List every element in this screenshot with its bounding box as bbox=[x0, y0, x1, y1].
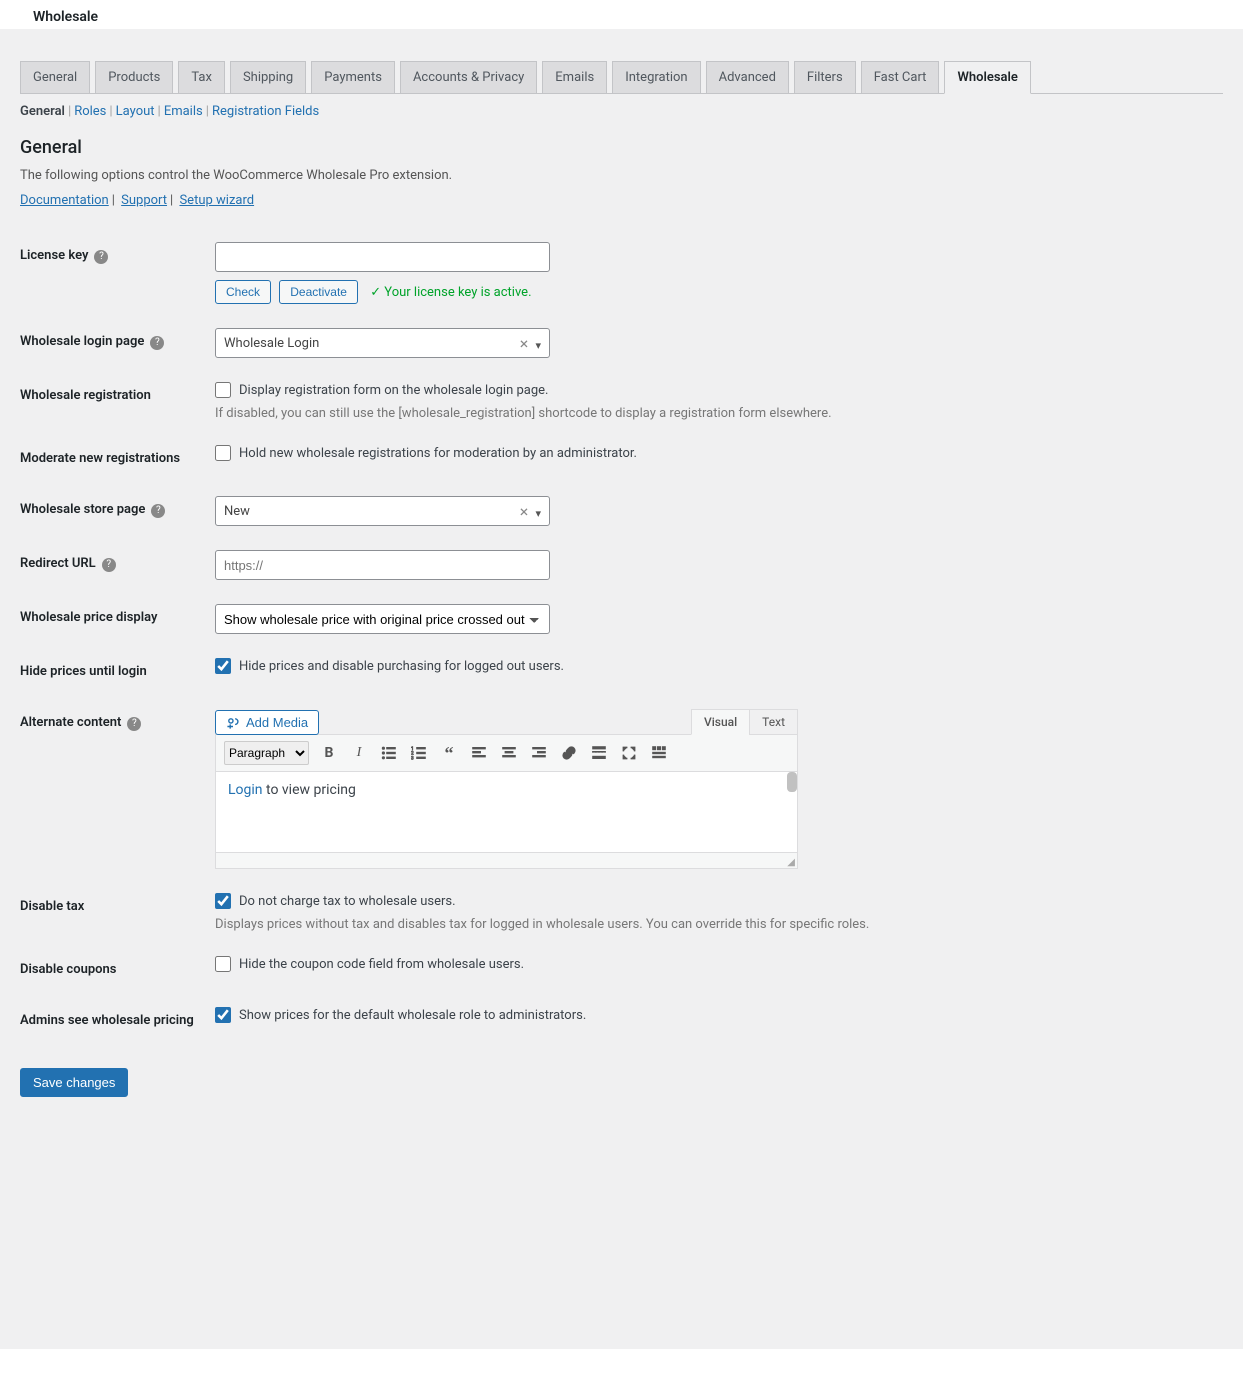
tab-tax[interactable]: Tax bbox=[178, 61, 225, 93]
link-icon[interactable] bbox=[559, 743, 579, 763]
scrollbar[interactable] bbox=[787, 772, 797, 792]
login-link[interactable]: Login bbox=[228, 782, 263, 798]
save-changes-button[interactable]: Save changes bbox=[20, 1068, 128, 1097]
bullet-list-icon[interactable] bbox=[379, 743, 399, 763]
help-icon[interactable]: ? bbox=[94, 250, 108, 264]
svg-text:3: 3 bbox=[411, 755, 414, 761]
hide-prices-checkbox-label: Hide prices and disable purchasing for l… bbox=[239, 659, 564, 674]
help-icon[interactable]: ? bbox=[151, 504, 165, 518]
tab-fast-cart[interactable]: Fast Cart bbox=[861, 61, 940, 93]
toolbar-toggle-icon[interactable] bbox=[649, 743, 669, 763]
tab-advanced[interactable]: Advanced bbox=[706, 61, 789, 93]
text-tab[interactable]: Text bbox=[749, 709, 798, 735]
subtab-registration-fields[interactable]: Registration Fields bbox=[212, 104, 319, 119]
help-icon[interactable]: ? bbox=[150, 336, 164, 350]
visual-tab[interactable]: Visual bbox=[691, 709, 750, 735]
tab-filters[interactable]: Filters bbox=[794, 61, 856, 93]
sub-tabs: General|Roles|Layout|Emails|Registration… bbox=[20, 104, 1223, 119]
moderate-checkbox[interactable] bbox=[215, 445, 231, 461]
tab-products[interactable]: Products bbox=[95, 61, 173, 93]
editor-statusbar: ◢ bbox=[216, 852, 797, 868]
price-display-select[interactable]: Show wholesale price with original price… bbox=[215, 604, 550, 634]
italic-icon[interactable]: I bbox=[349, 743, 369, 763]
store-page-select[interactable]: New × ▾ bbox=[215, 496, 550, 526]
license-key-input[interactable] bbox=[215, 242, 550, 272]
media-icon bbox=[226, 716, 240, 730]
main-tabs: GeneralProductsTaxShippingPaymentsAccoun… bbox=[20, 61, 1223, 93]
clear-icon[interactable]: × bbox=[520, 334, 529, 353]
disable-coupons-checkbox[interactable] bbox=[215, 956, 231, 972]
align-left-icon[interactable] bbox=[469, 743, 489, 763]
wysiwyg-editor: Paragraph B I 123 “ bbox=[215, 734, 798, 869]
resize-grip-icon[interactable]: ◢ bbox=[787, 859, 795, 867]
registration-checkbox[interactable] bbox=[215, 382, 231, 398]
hide-prices-checkbox[interactable] bbox=[215, 658, 231, 674]
disable-tax-checkbox[interactable] bbox=[215, 893, 231, 909]
disable-coupons-checkbox-label: Hide the coupon code field from wholesal… bbox=[239, 957, 524, 972]
support-link[interactable]: Support bbox=[121, 193, 167, 208]
store-page-label: Wholesale store page bbox=[20, 502, 145, 517]
disable-tax-checkbox-label: Do not charge tax to wholesale users. bbox=[239, 894, 456, 909]
license-key-label: License key bbox=[20, 248, 88, 263]
admin-pricing-checkbox[interactable] bbox=[215, 1007, 231, 1023]
section-desc: The following options control the WooCom… bbox=[20, 168, 1223, 183]
add-media-button[interactable]: Add Media bbox=[215, 710, 319, 735]
doc-links: Documentation| Support| Setup wizard bbox=[20, 193, 1223, 208]
documentation-link[interactable]: Documentation bbox=[20, 193, 109, 208]
tab-payments[interactable]: Payments bbox=[311, 61, 395, 93]
clear-icon[interactable]: × bbox=[520, 502, 529, 521]
page-title: Wholesale bbox=[0, 0, 1243, 29]
tab-emails[interactable]: Emails bbox=[542, 61, 607, 93]
disable-tax-label: Disable tax bbox=[20, 899, 84, 914]
fullscreen-icon[interactable] bbox=[619, 743, 639, 763]
align-right-icon[interactable] bbox=[529, 743, 549, 763]
deactivate-button[interactable]: Deactivate bbox=[279, 280, 358, 304]
hide-prices-label: Hide prices until login bbox=[20, 664, 147, 679]
disable-tax-help: Displays prices without tax and disables… bbox=[215, 917, 1213, 932]
editor-text: to view pricing bbox=[263, 782, 356, 798]
tab-general[interactable]: General bbox=[20, 61, 90, 93]
registration-checkbox-label: Display registration form on the wholesa… bbox=[239, 383, 548, 398]
subtab-emails[interactable]: Emails bbox=[164, 104, 203, 119]
section-heading: General bbox=[20, 137, 1223, 158]
admin-pricing-label: Admins see wholesale pricing bbox=[20, 1013, 194, 1028]
subtab-layout[interactable]: Layout bbox=[116, 104, 155, 119]
alt-content-label: Alternate content bbox=[20, 715, 121, 730]
help-icon[interactable]: ? bbox=[102, 558, 116, 572]
tab-accounts-privacy[interactable]: Accounts & Privacy bbox=[400, 61, 537, 93]
moderate-label: Moderate new registrations bbox=[20, 451, 180, 466]
tab-integration[interactable]: Integration bbox=[612, 61, 700, 93]
bold-icon[interactable]: B bbox=[319, 743, 339, 763]
setup-wizard-link[interactable]: Setup wizard bbox=[179, 193, 254, 208]
subtab-general[interactable]: General bbox=[20, 104, 65, 119]
redirect-label: Redirect URL bbox=[20, 556, 96, 571]
help-icon[interactable]: ? bbox=[127, 717, 141, 731]
subtab-roles[interactable]: Roles bbox=[74, 104, 106, 119]
align-center-icon[interactable] bbox=[499, 743, 519, 763]
chevron-down-icon: ▾ bbox=[535, 339, 541, 352]
check-button[interactable]: Check bbox=[215, 280, 271, 304]
registration-label: Wholesale registration bbox=[20, 388, 151, 403]
login-page-select[interactable]: Wholesale Login × ▾ bbox=[215, 328, 550, 358]
moderate-checkbox-label: Hold new wholesale registrations for mod… bbox=[239, 446, 637, 461]
chevron-down-icon: ▾ bbox=[535, 507, 541, 520]
tab-wholesale[interactable]: Wholesale bbox=[944, 61, 1030, 94]
price-display-label: Wholesale price display bbox=[20, 610, 157, 625]
license-status: ✓ Your license key is active. bbox=[370, 285, 531, 300]
admin-pricing-checkbox-label: Show prices for the default wholesale ro… bbox=[239, 1008, 586, 1023]
quote-icon[interactable]: “ bbox=[439, 743, 459, 763]
registration-help: If disabled, you can still use the [whol… bbox=[215, 406, 1213, 421]
number-list-icon[interactable]: 123 bbox=[409, 743, 429, 763]
editor-content[interactable]: Login to view pricing bbox=[216, 772, 797, 852]
login-page-label: Wholesale login page bbox=[20, 334, 144, 349]
tab-shipping[interactable]: Shipping bbox=[230, 61, 306, 93]
paragraph-select[interactable]: Paragraph bbox=[224, 741, 309, 765]
disable-coupons-label: Disable coupons bbox=[20, 962, 116, 977]
redirect-url-input[interactable] bbox=[215, 550, 550, 580]
readmore-icon[interactable] bbox=[589, 743, 609, 763]
editor-toolbar: Paragraph B I 123 “ bbox=[216, 735, 797, 772]
